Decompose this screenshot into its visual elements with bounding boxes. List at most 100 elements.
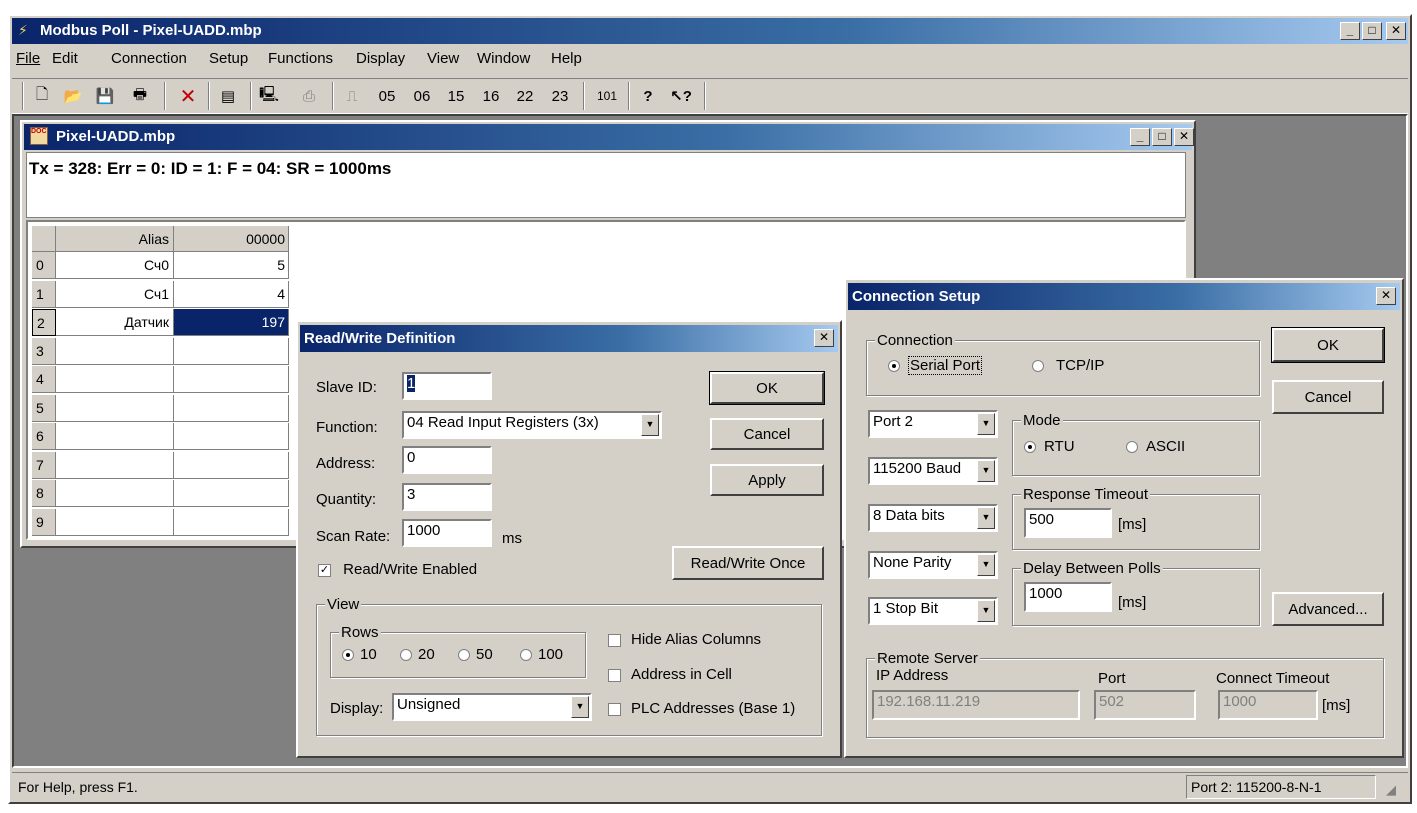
menu-functions[interactable]: Functions: [268, 50, 333, 67]
menu-setup[interactable]: Setup: [209, 50, 248, 67]
rtu-radio[interactable]: RTU: [1024, 438, 1075, 455]
grid-alias-cell[interactable]: [56, 451, 174, 479]
plc-addresses-checkbox[interactable]: PLC Addresses (Base 1): [608, 700, 795, 717]
doc-close-button[interactable]: ✕: [1174, 128, 1194, 146]
cs-title-bar[interactable]: Connection Setup ✕: [848, 283, 1400, 310]
rw-ok-button[interactable]: OK: [709, 371, 825, 405]
doc-minimize-button[interactable]: _: [1130, 128, 1150, 146]
slave-id-input[interactable]: 1: [402, 372, 492, 400]
grid-value-cell[interactable]: 197: [174, 309, 289, 336]
remote-port-input[interactable]: 502: [1094, 690, 1196, 720]
grid-header-alias[interactable]: Alias: [56, 226, 174, 252]
read-write-enabled-checkbox[interactable]: ✓ Read/Write Enabled: [318, 561, 477, 578]
rw-cancel-button[interactable]: Cancel: [710, 418, 824, 450]
fn16-button[interactable]: 16: [479, 84, 503, 108]
grid-alias-cell[interactable]: [56, 337, 174, 365]
serial-port-radio[interactable]: Serial Port: [888, 356, 983, 375]
read-write-once-button[interactable]: Read/Write Once: [672, 546, 824, 580]
databits-select[interactable]: 8 Data bits ▼: [868, 504, 998, 532]
menu-file[interactable]: File: [16, 50, 40, 67]
grid-value-cell[interactable]: [174, 394, 289, 422]
connect-timeout-input[interactable]: 1000: [1218, 690, 1318, 720]
databits-dropdown-icon[interactable]: ▼: [977, 507, 995, 529]
grid-row-header[interactable]: 2: [32, 309, 56, 336]
stopbit-dropdown-icon[interactable]: ▼: [977, 600, 995, 622]
rows-10-radio[interactable]: 10: [342, 646, 377, 663]
main-title-bar[interactable]: ⚡ Modbus Poll - Pixel-UADD.mbp _ □ ✕: [12, 18, 1408, 44]
grid-row-header[interactable]: 9: [32, 508, 56, 536]
new-icon[interactable]: 🗋: [30, 84, 54, 108]
display-select[interactable]: Unsigned ▼: [392, 693, 592, 721]
delete-icon[interactable]: ✕: [174, 84, 202, 108]
cs-cancel-button[interactable]: Cancel: [1272, 380, 1384, 414]
grid-value-cell[interactable]: [174, 451, 289, 479]
scan-rate-input[interactable]: 1000: [402, 519, 492, 547]
menu-display[interactable]: Display: [356, 50, 405, 67]
grid-value-cell[interactable]: [174, 366, 289, 393]
advanced-button[interactable]: Advanced...: [1272, 592, 1384, 626]
grid-row-header[interactable]: 3: [32, 337, 56, 365]
grid-alias-cell[interactable]: [56, 394, 174, 422]
grid-alias-cell[interactable]: [56, 366, 174, 393]
fn06-button[interactable]: 06: [410, 84, 434, 108]
port-dropdown-icon[interactable]: ▼: [977, 413, 995, 435]
menu-connection[interactable]: Connection: [111, 50, 187, 67]
fn101-button[interactable]: 101: [590, 84, 624, 108]
rows-100-radio[interactable]: 100: [520, 646, 563, 663]
quantity-input[interactable]: 3: [402, 483, 492, 511]
resize-grip-icon[interactable]: ◢: [1386, 782, 1396, 798]
grid-row-header[interactable]: 8: [32, 480, 56, 507]
disconnect-icon[interactable]: ⎙: [296, 84, 322, 108]
menu-view[interactable]: View: [427, 50, 459, 67]
rows-20-radio[interactable]: 20: [400, 646, 435, 663]
minimize-button[interactable]: _: [1340, 22, 1360, 40]
window-icon[interactable]: ▤: [214, 84, 242, 108]
grid-alias-cell[interactable]: [56, 508, 174, 536]
cs-ok-button[interactable]: OK: [1271, 327, 1385, 363]
close-button[interactable]: ✕: [1386, 22, 1406, 40]
grid-value-cell[interactable]: [174, 337, 289, 365]
stopbit-select[interactable]: 1 Stop Bit ▼: [868, 597, 998, 625]
grid-row-header[interactable]: 0: [32, 252, 56, 279]
grid-value-cell[interactable]: [174, 480, 289, 507]
parity-select[interactable]: None Parity ▼: [868, 551, 998, 579]
maximize-button[interactable]: □: [1362, 22, 1382, 40]
cs-close-button[interactable]: ✕: [1376, 287, 1396, 305]
rw-apply-button[interactable]: Apply: [710, 464, 824, 496]
grid-row-header[interactable]: 4: [32, 366, 56, 393]
parity-dropdown-icon[interactable]: ▼: [977, 554, 995, 576]
fn23-button[interactable]: 23: [548, 84, 572, 108]
menu-edit[interactable]: Edit: [52, 50, 78, 67]
display-dropdown-icon[interactable]: ▼: [571, 696, 589, 718]
open-icon[interactable]: 📂: [60, 84, 86, 108]
tcp-ip-radio[interactable]: TCP/IP: [1032, 357, 1104, 374]
response-timeout-input[interactable]: 500: [1024, 508, 1112, 538]
fn15-button[interactable]: 15: [444, 84, 468, 108]
port-select[interactable]: Port 2 ▼: [868, 410, 998, 438]
document-title-bar[interactable]: DOC Pixel-UADD.mbp _ □ ✕: [24, 124, 1194, 150]
grid-value-cell[interactable]: 5: [174, 252, 289, 279]
address-in-cell-checkbox[interactable]: Address in Cell: [608, 666, 732, 683]
grid-row-header[interactable]: 5: [32, 394, 56, 422]
grid-header-register[interactable]: 00000: [174, 226, 289, 252]
rows-50-radio[interactable]: 50: [458, 646, 493, 663]
grid-row-header[interactable]: 1: [32, 280, 56, 308]
fn05-button[interactable]: 05: [375, 84, 399, 108]
grid-alias-cell[interactable]: Сч1: [56, 280, 174, 308]
grid-alias-cell[interactable]: Сч0: [56, 252, 174, 279]
ip-address-input[interactable]: 192.168.11.219: [872, 690, 1080, 720]
grid-row-header[interactable]: 7: [32, 451, 56, 479]
delay-input[interactable]: 1000: [1024, 582, 1112, 612]
rw-close-button[interactable]: ✕: [814, 329, 834, 347]
help-icon[interactable]: ?: [636, 84, 660, 108]
hide-alias-checkbox[interactable]: Hide Alias Columns: [608, 631, 761, 648]
menu-window[interactable]: Window: [477, 50, 530, 67]
address-input[interactable]: 0: [402, 446, 492, 474]
grid-alias-cell[interactable]: Датчик: [56, 309, 174, 336]
function-select[interactable]: 04 Read Input Registers (3x) ▼: [402, 411, 662, 439]
baud-select[interactable]: 115200 Baud ▼: [868, 457, 998, 485]
ascii-radio[interactable]: ASCII: [1126, 438, 1185, 455]
function-dropdown-icon[interactable]: ▼: [641, 414, 659, 436]
save-icon[interactable]: 💾: [92, 84, 118, 108]
grid-value-cell[interactable]: [174, 423, 289, 450]
